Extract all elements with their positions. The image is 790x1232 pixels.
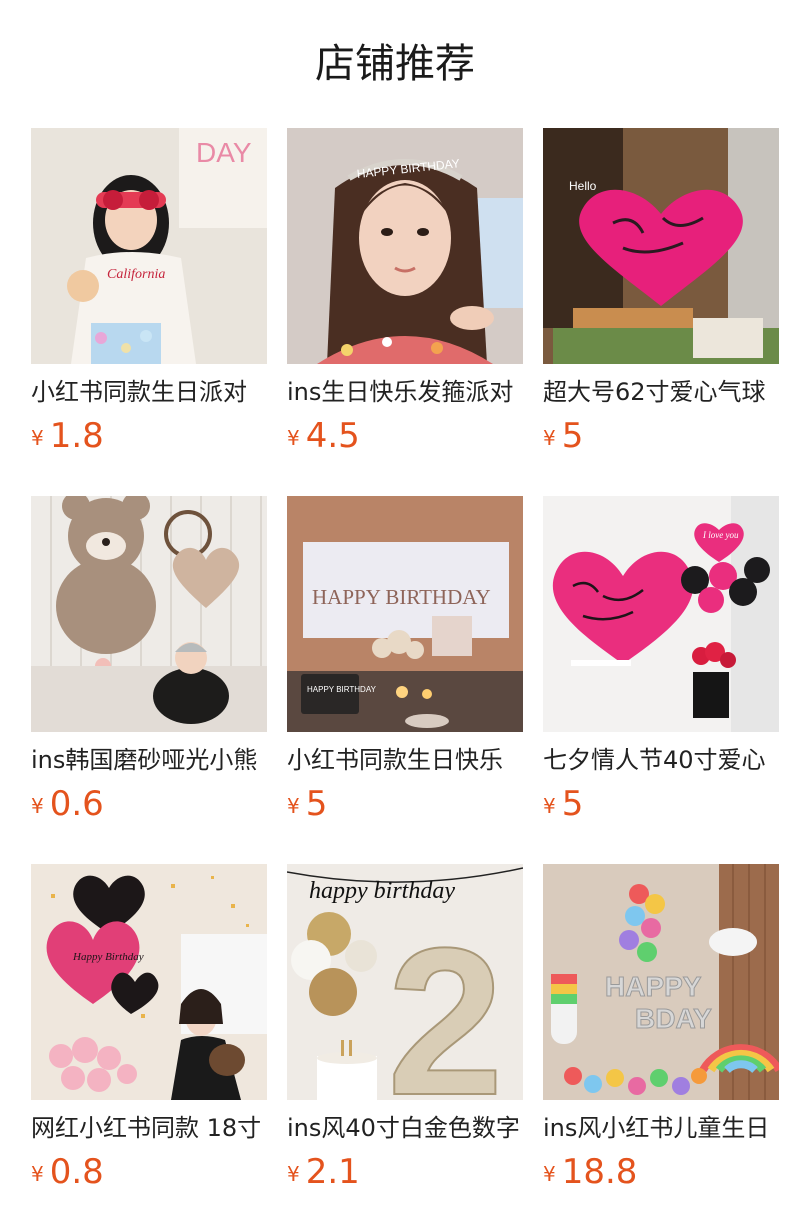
laptop-text: HAPPY BIRTHDAY xyxy=(307,685,377,694)
garland-text: happy birthday xyxy=(309,878,455,904)
balloon-text: I love you xyxy=(702,530,739,540)
shirt-text: California xyxy=(107,267,165,282)
product-name[interactable]: ins生日快乐发箍派对 xyxy=(287,376,523,408)
price-amount: 1.8 xyxy=(49,416,104,456)
product-card[interactable]: HAPPY BIRTHDAY ins生日快乐发箍派对 ¥4.5 xyxy=(287,128,523,456)
product-price: ¥4.5 xyxy=(287,414,360,458)
product-price: ¥1.8 xyxy=(31,414,104,458)
product-card[interactable]: Hello 超大号62寸爱心气球 ¥5 xyxy=(543,128,779,456)
currency-symbol: ¥ xyxy=(543,1162,556,1186)
currency-symbol: ¥ xyxy=(287,794,300,818)
product-name[interactable]: 小红书同款生日派对 xyxy=(31,376,267,408)
currency-symbol: ¥ xyxy=(287,1162,300,1186)
product-image[interactable]: Happy Birthday xyxy=(31,864,267,1100)
currency-symbol: ¥ xyxy=(287,426,300,450)
product-name[interactable]: ins韩国磨砂哑光小熊 xyxy=(31,744,267,776)
product-price: ¥18.8 xyxy=(543,1150,637,1194)
price-amount: 5 xyxy=(561,784,584,824)
price-amount: 0.6 xyxy=(49,784,104,824)
product-image[interactable]: Hello xyxy=(543,128,779,364)
product-name[interactable]: 超大号62寸爱心气球 xyxy=(543,376,779,408)
product-image[interactable]: HAPPY BDAY xyxy=(543,864,779,1100)
product-price: ¥5 xyxy=(543,782,583,826)
product-name[interactable]: 七夕情人节40寸爱心 xyxy=(543,744,779,776)
currency-symbol: ¥ xyxy=(543,794,556,818)
price-amount: 0.8 xyxy=(49,1152,104,1192)
currency-symbol: ¥ xyxy=(31,1162,44,1186)
product-price: ¥5 xyxy=(287,782,327,826)
price-amount: 18.8 xyxy=(561,1152,638,1192)
product-card[interactable]: DAY California 小红书同款生日派对 ¥1.8 xyxy=(31,128,267,456)
product-price: ¥0.6 xyxy=(31,782,104,826)
price-amount: 5 xyxy=(561,416,584,456)
product-card[interactable]: ins韩国磨砂哑光小熊 ¥0.6 xyxy=(31,496,267,824)
product-image[interactable] xyxy=(31,496,267,732)
sign-text: Hello xyxy=(569,179,597,193)
product-image[interactable]: happy birthday 2 xyxy=(287,864,523,1100)
product-price: ¥2.1 xyxy=(287,1150,360,1194)
product-image[interactable]: HAPPY BIRTHDAY HAPPY BIRTHDAY xyxy=(287,496,523,732)
product-card[interactable]: happy birthday 2 ins风40寸白金色数字 ¥2.1 xyxy=(287,864,523,1192)
product-name[interactable]: ins风40寸白金色数字 xyxy=(287,1112,523,1144)
currency-symbol: ¥ xyxy=(543,426,556,450)
product-image[interactable]: I love you xyxy=(543,496,779,732)
product-name[interactable]: 网红小红书同款 18寸 xyxy=(31,1112,267,1144)
product-price: ¥5 xyxy=(543,414,583,458)
balloon-letters-top: HAPPY xyxy=(605,971,702,1002)
product-image[interactable]: HAPPY BIRTHDAY xyxy=(287,128,523,364)
product-name[interactable]: 小红书同款生日快乐 xyxy=(287,744,523,776)
product-card[interactable]: I love you 七夕情人节40寸爱心 ¥5 xyxy=(543,496,779,824)
product-price: ¥0.8 xyxy=(31,1150,104,1194)
product-grid: DAY California 小红书同款生日派对 ¥1.8 HAPPY BIRT… xyxy=(31,128,779,1192)
number-balloon: 2 xyxy=(387,904,504,1100)
product-card[interactable]: HAPPY BIRTHDAY HAPPY BIRTHDAY 小红书同款生日快乐 … xyxy=(287,496,523,824)
product-image[interactable]: DAY California xyxy=(31,128,267,364)
balloon-letters-bottom: BDAY xyxy=(635,1003,712,1034)
banner-text: DAY xyxy=(196,137,252,168)
product-card[interactable]: HAPPY BDAY ins风小红书儿童生日 ¥18.8 xyxy=(543,864,779,1192)
price-amount: 2.1 xyxy=(305,1152,360,1192)
product-card[interactable]: Happy Birthday 网红小红书同款 18寸 ¥0.8 xyxy=(31,864,267,1192)
currency-symbol: ¥ xyxy=(31,426,44,450)
heart-text: Happy Birthday xyxy=(72,951,144,963)
product-name[interactable]: ins风小红书儿童生日 xyxy=(543,1112,779,1144)
currency-symbol: ¥ xyxy=(31,794,44,818)
price-amount: 5 xyxy=(305,784,328,824)
projector-text: HAPPY BIRTHDAY xyxy=(312,585,491,609)
page-title: 店铺推荐 xyxy=(315,41,475,87)
price-amount: 4.5 xyxy=(305,416,360,456)
